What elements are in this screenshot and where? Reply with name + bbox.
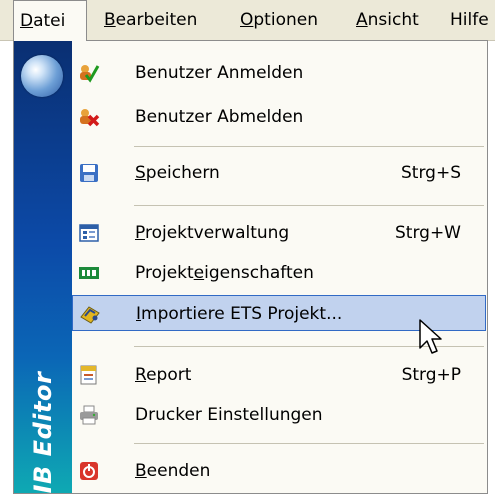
brand-label: EIB Editor — [29, 371, 57, 494]
menu-separator — [134, 146, 484, 147]
shortcut-label: Strg+S — [401, 163, 461, 183]
label-post: igenschaften — [204, 263, 314, 283]
menu-bar: Datei Bearbeiten Optionen Ansicht Hilfe — [0, 0, 495, 41]
menu-item-projekteigenschaften[interactable]: Projekteigenschaften — [72, 255, 486, 291]
save-icon — [78, 162, 100, 184]
menu-datei-label-accel: D — [20, 11, 34, 31]
menu-item-label: Benutzer Anmelden — [135, 55, 303, 91]
menu-item-drucker-einstellungen[interactable]: Drucker Einstellungen — [72, 397, 486, 433]
login-icon — [78, 62, 100, 84]
menu-datei[interactable]: Datei — [13, 0, 87, 41]
label-post: rojektverwaltung — [144, 223, 290, 243]
printer-settings-icon — [78, 404, 100, 426]
menu-bearbeiten[interactable]: Bearbeiten — [104, 0, 197, 40]
menu-bearbeiten-label-accel: B — [104, 10, 116, 30]
menu-item-label: Benutzer Abmelden — [135, 99, 303, 135]
menu-separator — [134, 205, 484, 206]
label-pre: Drucker Einstellungen — [135, 405, 323, 425]
menu-item-label: Speichern — [135, 155, 220, 191]
globe-icon — [21, 55, 63, 97]
menu-item-report[interactable]: Report Strg+P — [72, 357, 486, 393]
label-post: peichern — [145, 163, 220, 183]
report-icon — [78, 364, 100, 386]
mouse-cursor-icon — [419, 319, 442, 354]
label-accel: P — [135, 223, 145, 243]
menu-separator — [134, 443, 484, 444]
menu-item-label: Drucker Einstellungen — [135, 397, 323, 433]
label-pre: Projekt — [135, 263, 194, 283]
datei-dropdown-menu: EIB Editor Benutzer Anmelden Benutzer Ab… — [13, 40, 488, 494]
logout-icon — [78, 106, 100, 128]
project-management-icon — [78, 222, 100, 244]
exit-icon — [78, 460, 100, 482]
menu-datei-label: atei — [33, 11, 66, 31]
menu-item-label: Beenden — [135, 453, 210, 489]
project-properties-icon — [78, 262, 100, 284]
menu-optionen[interactable]: Optionen — [240, 0, 318, 40]
menu-bearbeiten-label: earbeiten — [115, 10, 198, 30]
label-accel: S — [135, 163, 146, 183]
menu-ansicht-label: nsicht — [367, 10, 419, 30]
label-post: eenden — [146, 461, 211, 481]
menu-item-projektverwaltung[interactable]: Projektverwaltung Strg+W — [72, 215, 486, 251]
menu-item-benutzer-anmelden[interactable]: Benutzer Anmelden — [72, 55, 486, 91]
label-pre: Benutzer Abmelden — [135, 107, 304, 127]
label-accel: e — [193, 263, 205, 283]
menu-item-label: Projekteigenschaften — [135, 255, 314, 291]
shortcut-label: Strg+P — [401, 365, 461, 385]
label-accel: R — [135, 365, 147, 385]
menu-item-label: Projektverwaltung — [135, 215, 289, 251]
menu-ansicht[interactable]: Ansicht — [356, 0, 419, 40]
import-ets-icon — [79, 303, 101, 325]
label-pre: Benutzer Anmelden — [135, 63, 304, 83]
menu-item-label: Importiere ETS Projekt... — [136, 296, 342, 332]
menu-ansicht-label-accel: A — [356, 10, 368, 30]
menu-hilfe[interactable]: Hilfe — [450, 0, 489, 40]
menu-item-label: Report — [135, 357, 191, 393]
menu-hilfe-label: Hilfe — [450, 10, 489, 30]
shortcut-label: Strg+W — [395, 223, 461, 243]
menu-side-banner: EIB Editor — [14, 41, 72, 493]
label-post: eport — [146, 365, 192, 385]
menu-item-speichern[interactable]: Speichern Strg+S — [72, 155, 486, 191]
menu-optionen-label-accel: O — [240, 10, 254, 30]
menu-item-benutzer-abmelden[interactable]: Benutzer Abmelden — [72, 99, 486, 135]
menu-item-beenden[interactable]: Beenden — [72, 453, 486, 489]
menu-optionen-label: ptionen — [253, 10, 318, 30]
label-post: mportiere ETS Projekt... — [141, 304, 343, 324]
label-accel: B — [135, 461, 147, 481]
